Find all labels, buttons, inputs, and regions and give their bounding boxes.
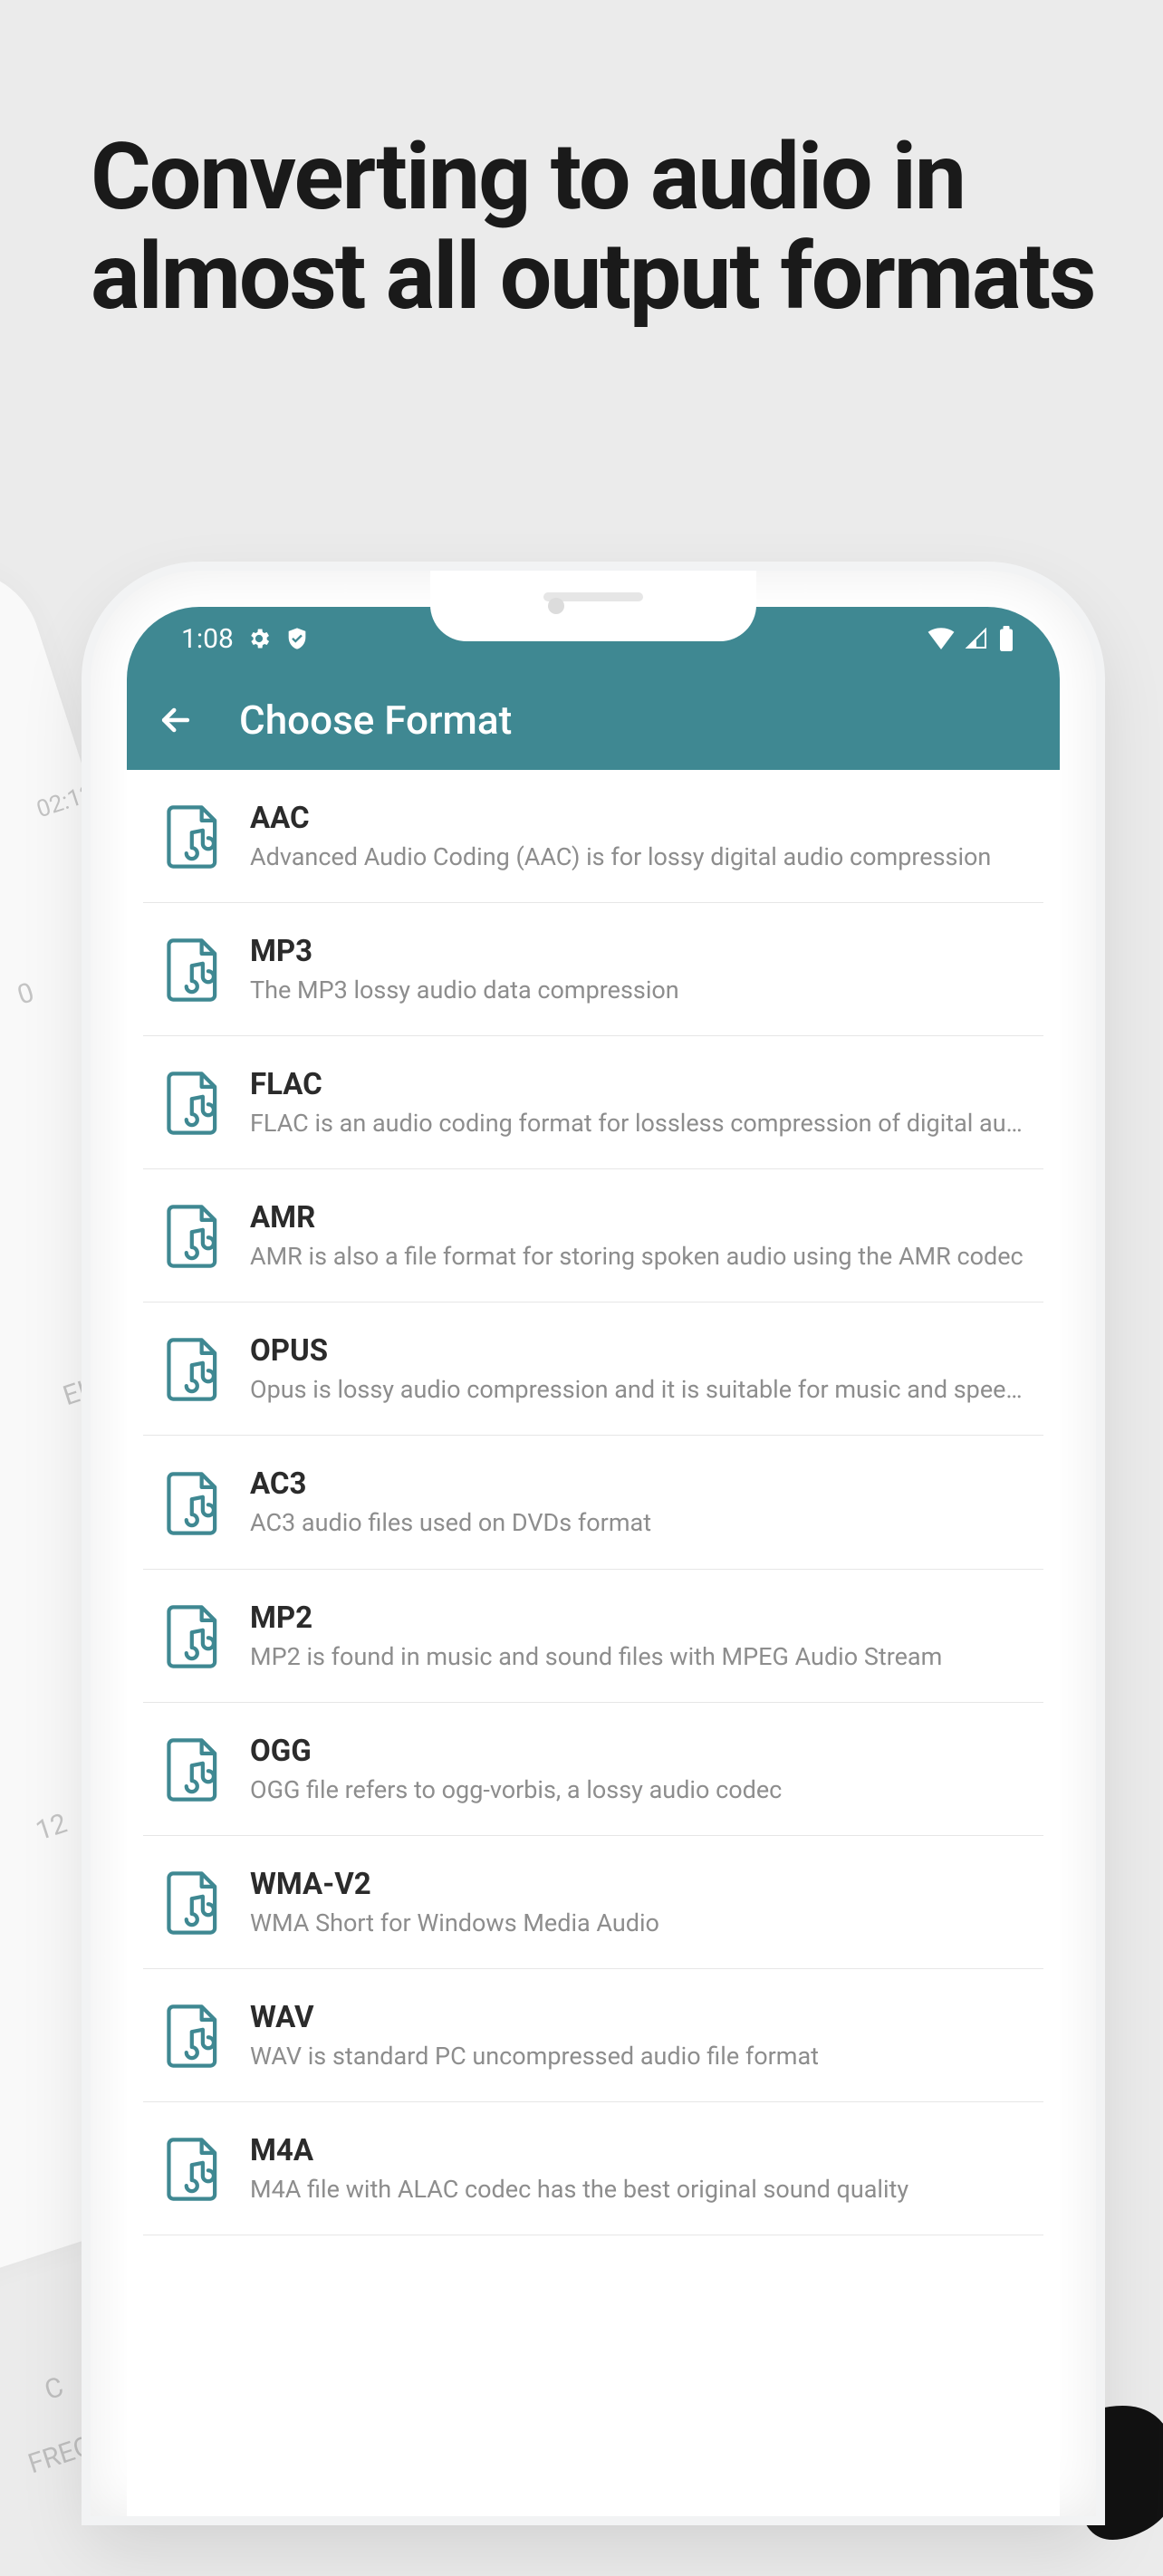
format-description: AC3 audio files used on DVDs format	[250, 1507, 1025, 1539]
format-description: MP2 is found in music and sound files wi…	[250, 1641, 1025, 1673]
format-description: WMA Short for Windows Media Audio	[250, 1908, 1025, 1939]
format-title: WMA-V2	[250, 1867, 1025, 1902]
audio-file-icon	[167, 1072, 219, 1135]
audio-file-icon	[167, 1338, 219, 1401]
format-title: AAC	[250, 801, 1025, 836]
format-description: Advanced Audio Coding (AAC) is for lossy…	[250, 841, 1025, 873]
back-button[interactable]	[149, 693, 203, 747]
format-item-text: AAC Advanced Audio Coding (AAC) is for lo…	[250, 801, 1025, 873]
front-camera	[548, 598, 564, 614]
format-item-aac[interactable]: AAC Advanced Audio Coding (AAC) is for lo…	[143, 770, 1043, 903]
gear-icon	[246, 626, 272, 651]
format-title: MP2	[250, 1600, 1025, 1636]
format-title: MP3	[250, 934, 1025, 969]
audio-file-icon	[167, 1738, 219, 1802]
format-item-wma-v2[interactable]: WMA-V2 WMA Short for Windows Media Audio	[143, 1836, 1043, 1969]
format-description: M4A file with ALAC codec has the best or…	[250, 2174, 1025, 2206]
audio-file-icon	[167, 2004, 219, 2068]
audio-file-icon	[167, 1472, 219, 1535]
audio-file-icon	[167, 938, 219, 1002]
phone-frame: 1:08	[91, 571, 1096, 2516]
format-title: FLAC	[250, 1067, 1025, 1102]
audio-file-icon	[167, 1205, 219, 1268]
format-description: The MP3 lossy audio data compression	[250, 975, 1025, 1006]
audio-file-icon	[167, 1605, 219, 1668]
format-item-text: AMR AMR is also a file format for storing…	[250, 1200, 1025, 1273]
audio-file-icon	[167, 805, 219, 869]
ghost-label: C	[41, 2371, 67, 2407]
format-item-text: MP2 MP2 is found in music and sound files…	[250, 1600, 1025, 1673]
format-item-mp3[interactable]: MP3 The MP3 lossy audio data compression	[143, 903, 1043, 1036]
format-description: OGG file refers to ogg-vorbis, a lossy a…	[250, 1774, 1025, 1806]
format-item-text: OGG OGG file refers to ogg-vorbis, a loss…	[250, 1734, 1025, 1806]
shield-icon	[284, 626, 310, 651]
format-item-text: M4A M4A file with ALAC codec has the best…	[250, 2133, 1025, 2206]
format-item-ogg[interactable]: OGG OGG file refers to ogg-vorbis, a loss…	[143, 1703, 1043, 1836]
signal-icon	[964, 628, 989, 649]
audio-file-icon	[167, 1871, 219, 1935]
format-item-text: FLAC FLAC is an audio coding format for l…	[250, 1067, 1025, 1139]
format-title: WAV	[250, 2000, 1025, 2035]
arrow-left-icon	[156, 700, 196, 740]
format-item-text: WMA-V2 WMA Short for Windows Media Audio	[250, 1867, 1025, 1939]
format-title: AC3	[250, 1466, 1025, 1502]
format-item-text: WAV WAV is standard PC uncompressed audio…	[250, 2000, 1025, 2072]
format-description: WAV is standard PC uncompressed audio fi…	[250, 2041, 1025, 2072]
format-item-m4a[interactable]: M4A M4A file with ALAC codec has the best…	[143, 2102, 1043, 2235]
audio-file-icon	[167, 2138, 219, 2201]
format-item-flac[interactable]: FLAC FLAC is an audio coding format for l…	[143, 1036, 1043, 1169]
format-item-amr[interactable]: AMR AMR is also a file format for storing…	[143, 1169, 1043, 1302]
format-title: OGG	[250, 1734, 1025, 1769]
phone-screen: 1:08	[127, 607, 1060, 2516]
format-item-text: AC3 AC3 audio files used on DVDs format	[250, 1466, 1025, 1539]
format-title: AMR	[250, 1200, 1025, 1235]
app-bar: Choose Format	[127, 670, 1060, 770]
appbar-title: Choose Format	[239, 697, 512, 744]
format-item-text: MP3 The MP3 lossy audio data compression	[250, 934, 1025, 1006]
format-item-opus[interactable]: OPUS Opus is lossy audio compression and …	[143, 1302, 1043, 1436]
format-title: OPUS	[250, 1333, 1025, 1369]
statusbar-time: 1:08	[181, 623, 234, 655]
phone-notch	[430, 571, 756, 641]
format-description: Opus is lossy audio compression and it i…	[250, 1374, 1025, 1406]
format-item-text: OPUS Opus is lossy audio compression and …	[250, 1333, 1025, 1406]
format-description: AMR is also a file format for storing sp…	[250, 1241, 1025, 1273]
format-description: FLAC is an audio coding format for lossl…	[250, 1108, 1025, 1139]
marketing-headline: Converting to audio in almost all output…	[91, 127, 1109, 326]
wifi-icon	[928, 628, 955, 649]
format-list[interactable]: AAC Advanced Audio Coding (AAC) is for lo…	[127, 770, 1060, 2235]
format-item-wav[interactable]: WAV WAV is standard PC uncompressed audio…	[143, 1969, 1043, 2102]
battery-icon	[998, 626, 1014, 651]
format-title: M4A	[250, 2133, 1025, 2168]
format-item-mp2[interactable]: MP2 MP2 is found in music and sound files…	[143, 1570, 1043, 1703]
format-item-ac3[interactable]: AC3 AC3 audio files used on DVDs format	[143, 1436, 1043, 1569]
